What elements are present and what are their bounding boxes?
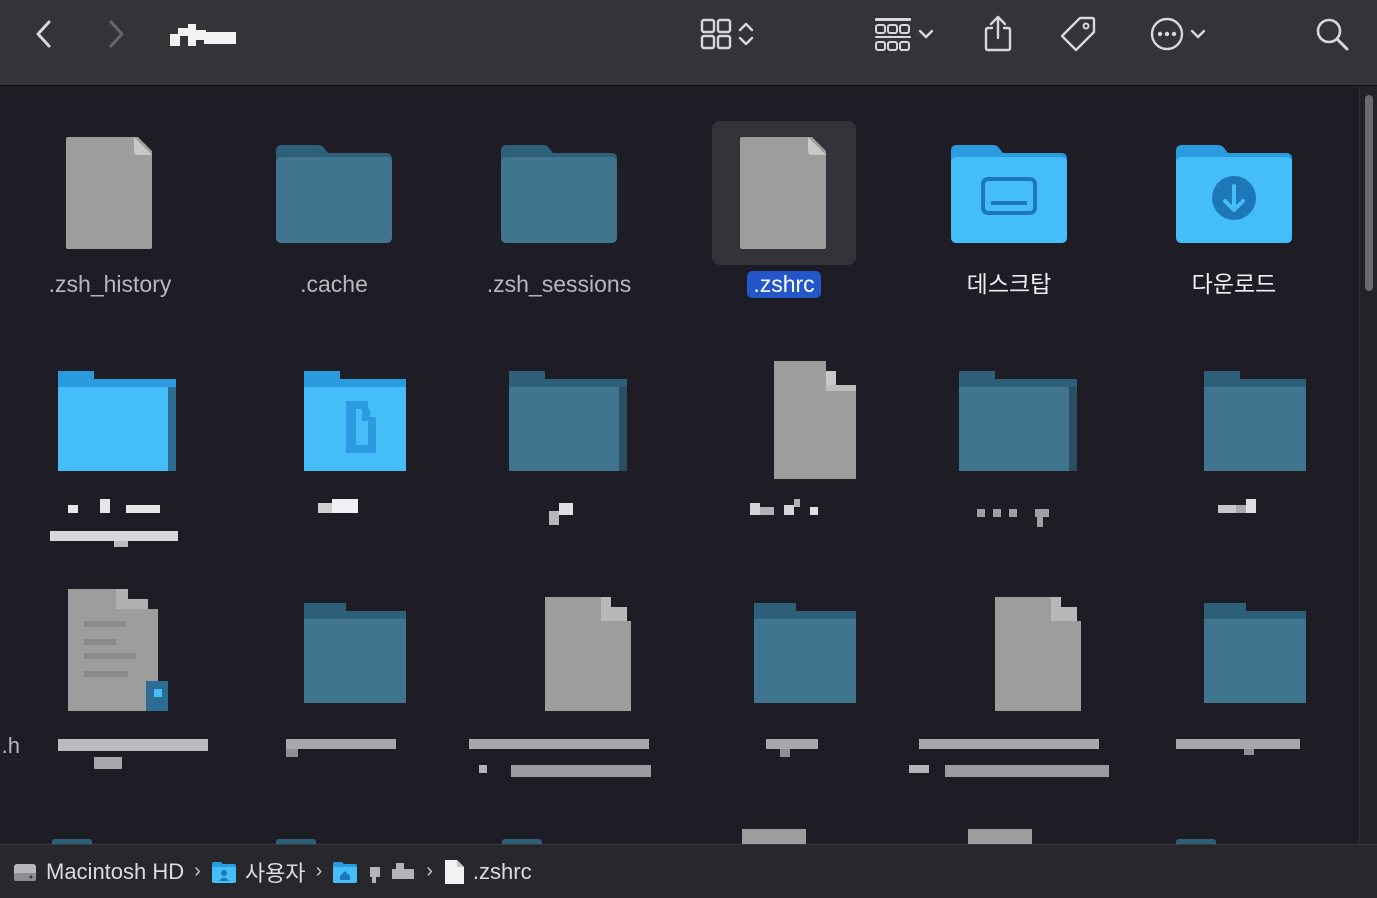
share-icon [984,15,1012,52]
chevron-right-icon: › [426,860,433,882]
folder-icon [262,121,406,265]
desktop-folder-icon [937,121,1081,265]
document-icon [444,859,464,884]
toolbar [0,0,1377,86]
blurred-file-name [1134,731,1334,811]
chevron-right-icon: › [315,860,323,882]
document-icon [968,829,1032,844]
chevron-down-icon [918,29,934,39]
window-title [170,24,236,46]
folder-icon [38,349,182,493]
text-document-icon [38,581,182,725]
tag-icon [1060,16,1096,52]
folder-icon [262,581,406,725]
document-icon [712,349,856,493]
blurred-file-name [684,499,884,579]
document-icon [38,121,182,265]
blurred-file-name [909,731,1109,811]
blurred-file-name [459,731,659,811]
forward-button[interactable] [94,12,138,56]
path-segment-label: .zshrc [472,858,532,884]
path-segment-home[interactable] [332,860,416,884]
group-button[interactable] [864,12,944,56]
blurred-file-name [234,731,434,811]
path-segment-label: 사용자 [244,860,306,886]
file-name: .zsh_history [48,271,172,297]
vertical-scrollbar[interactable] [1359,87,1377,844]
downloads-folder-icon [1162,121,1306,265]
blurred-file-name [909,499,1109,579]
document-icon [712,121,856,265]
folder-icon [487,121,631,265]
chevron-down-icon [1190,29,1206,39]
more-actions-button[interactable] [1138,12,1218,56]
group-icon [875,18,911,51]
blurred-file-name [10,731,210,811]
tag-button[interactable] [1054,12,1102,56]
back-button[interactable] [22,12,66,56]
search-button[interactable] [1310,12,1354,56]
folder-icon [712,581,856,725]
more-icon [1150,17,1184,51]
folder-icon [1162,349,1306,493]
path-bar: Macintosh HD › 사용자 › › .zshrc [0,844,1377,898]
path-segment-users[interactable]: 사용자 [211,856,306,888]
blurred-path-label [366,861,416,883]
documents-folder-icon [262,349,406,493]
blurred-file-name [684,731,884,811]
home-folder-icon [333,861,358,883]
scroll-thumb[interactable] [1365,95,1373,291]
updown-chevron-icon [738,22,754,46]
path-segment-file[interactable]: .zshrc [443,859,532,885]
file-name: 데스크탑 [966,271,1052,297]
icon-view: .zsh_history .cache .zsh_sessions .zshrc… [0,87,1377,844]
hard-drive-icon [14,863,36,881]
folder-icon [487,349,631,493]
path-segment-disk[interactable]: Macintosh HD [12,859,184,885]
file-name-partial: .h [1,733,20,758]
document-icon [937,581,1081,725]
search-icon [1316,18,1349,51]
chevron-right-icon: › [194,860,201,882]
blurred-file-name [459,499,659,579]
file-name: .zsh_sessions [486,271,632,297]
blurred-file-name [10,499,210,579]
blurred-file-name [234,499,434,579]
users-folder-icon [211,861,236,883]
chevron-right-icon [109,20,124,48]
chevron-left-icon [36,20,51,48]
file-name: .cache [300,271,368,297]
folder-icon [937,349,1081,493]
file-name-selected: .zshrc [684,269,884,299]
path-segment-label: Macintosh HD [46,858,185,884]
grid-view-icon [700,18,732,50]
view-mode-button[interactable] [688,12,768,56]
folder-icon [1162,581,1306,725]
blurred-file-name [1134,499,1334,579]
file-name: 다운로드 [1191,271,1277,297]
document-icon [742,829,806,844]
share-button[interactable] [976,12,1020,56]
document-icon [487,581,631,725]
